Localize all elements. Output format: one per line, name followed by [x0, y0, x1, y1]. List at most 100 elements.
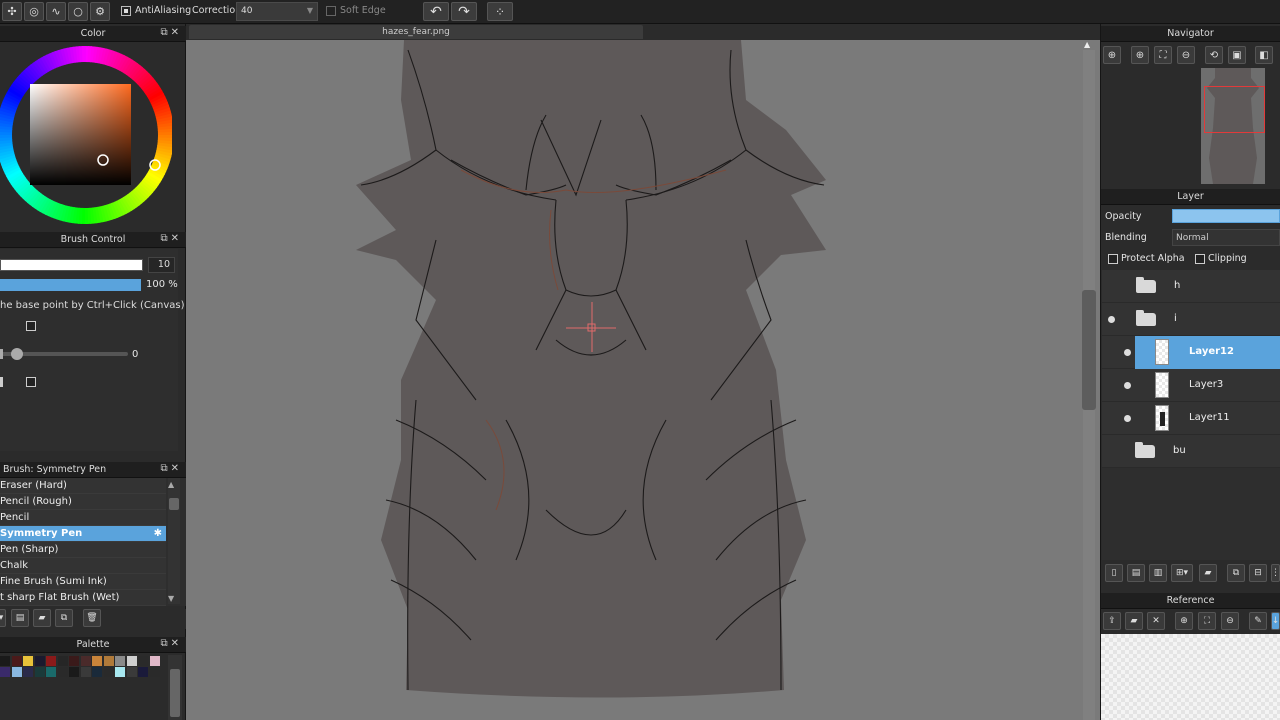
brush-item-selected[interactable]: Symmetry Pen ✱	[0, 526, 166, 542]
palette-swatch[interactable]	[34, 656, 45, 666]
blending-select[interactable]: Normal	[1172, 229, 1280, 246]
palette-swatch[interactable]	[126, 656, 137, 666]
duplicate-icon[interactable]: ⧉	[55, 609, 73, 627]
palette-swatch[interactable]	[115, 667, 125, 677]
palette-swatch[interactable]	[57, 656, 68, 666]
zoom-in-alt-icon[interactable]: ⊕	[1131, 46, 1149, 64]
scroll-thumb[interactable]	[169, 498, 179, 510]
brush-option-checkbox-2[interactable]	[26, 377, 36, 387]
palette-swatch[interactable]	[11, 667, 22, 677]
palette-swatch[interactable]	[57, 667, 68, 677]
trash-icon[interactable]: 🗑	[83, 609, 101, 627]
drawing-canvas[interactable]	[186, 40, 1079, 720]
correction-select[interactable]: 40 ▼	[236, 2, 318, 21]
palette-swatch[interactable]	[138, 667, 148, 677]
soft-edge-checkbox[interactable]	[326, 6, 336, 16]
eyedropper-icon[interactable]: ✎	[1249, 612, 1267, 630]
brush-item[interactable]: Eraser (Hard)	[0, 478, 166, 494]
palette-swatch[interactable]	[11, 656, 22, 666]
palette-swatch[interactable]	[138, 656, 148, 666]
scroll-up-icon[interactable]: ▲	[168, 480, 174, 489]
palette-scroll-thumb[interactable]	[170, 669, 180, 717]
brush-item[interactable]: Pencil	[0, 510, 166, 526]
rotate-icon[interactable]: ⟲	[1205, 46, 1223, 64]
brush-option-checkbox-1[interactable]	[26, 321, 36, 331]
scroll-down-icon[interactable]: ▼	[168, 594, 174, 603]
color-wheel[interactable]	[0, 44, 172, 226]
brush-item[interactable]: Pencil (Rough)	[0, 494, 166, 510]
zoom-out-icon[interactable]: ⊖	[1221, 612, 1239, 630]
palette-grid[interactable]	[0, 655, 166, 685]
new-halftone-layer-icon[interactable]: ▤	[1127, 564, 1145, 582]
palette-swatch[interactable]	[115, 656, 125, 666]
navigator-viewport-rect[interactable]	[1204, 86, 1265, 133]
layer-row-layer3[interactable]: Layer3	[1102, 369, 1280, 402]
zoom-in-icon[interactable]: ⊕	[1175, 612, 1193, 630]
fullscreen-icon[interactable]: ▣	[1228, 46, 1246, 64]
panel-pin-close-icon[interactable]: ⧉✕	[160, 27, 182, 38]
gear-icon[interactable]: ✱	[154, 526, 162, 541]
palette-swatch[interactable]	[69, 656, 79, 666]
layer-row-layer11[interactable]: Layer11	[1102, 402, 1280, 435]
layer-row-layer12[interactable]: Layer12	[1102, 336, 1280, 369]
layer-opacity-slider[interactable]	[1172, 209, 1280, 223]
redo-button[interactable]: ↷	[451, 2, 477, 21]
clipping-checkbox[interactable]	[1195, 254, 1205, 264]
canvas-vertical-scrollbar[interactable]: ▲	[1079, 40, 1100, 720]
protect-alpha-checkbox[interactable]	[1108, 254, 1118, 264]
circle-icon[interactable]: ○	[68, 2, 88, 21]
brush-item[interactable]: t sharp Flat Brush (Wet)	[0, 590, 166, 606]
layer-row-bu[interactable]: bu	[1102, 435, 1280, 468]
brush-list-scrollbar[interactable]: ▲ ▼	[168, 478, 180, 604]
visibility-icon[interactable]	[1124, 349, 1131, 356]
panel-pin-close-icon[interactable]: ⧉✕	[160, 463, 182, 474]
brush-size-slider[interactable]	[0, 259, 143, 271]
deselect-button[interactable]: ⁘	[487, 2, 513, 21]
palette-swatch[interactable]	[80, 667, 91, 677]
layer-row-h[interactable]: h	[1102, 270, 1280, 303]
visibility-icon[interactable]	[1124, 382, 1131, 389]
upload-icon[interactable]: ⇪	[1103, 612, 1121, 630]
palette-scrollbar[interactable]	[168, 655, 182, 720]
palette-swatch[interactable]	[126, 667, 137, 677]
hue-ring-segment[interactable]	[81, 46, 86, 63]
stabilizer-knob[interactable]	[11, 348, 23, 360]
layer-row-i[interactable]: i	[1102, 303, 1280, 336]
visibility-icon[interactable]	[1108, 316, 1115, 323]
brush-item[interactable]: Chalk	[0, 558, 166, 574]
curve-icon[interactable]: ∿	[46, 2, 66, 21]
palette-swatch[interactable]	[0, 656, 10, 666]
palette-swatch[interactable]	[80, 656, 91, 666]
reference-mode-icon[interactable]: ↓	[1271, 612, 1280, 630]
palette-swatch[interactable]	[69, 667, 79, 677]
close-icon[interactable]: ✕	[1147, 612, 1165, 630]
palette-swatch[interactable]	[23, 656, 33, 666]
palette-swatch[interactable]	[149, 667, 160, 677]
brush-item[interactable]: Pen (Sharp)	[0, 542, 166, 558]
visibility-icon[interactable]	[1124, 415, 1131, 422]
brush-size-input[interactable]: 10	[148, 257, 175, 273]
palette-swatch[interactable]	[92, 667, 102, 677]
palette-swatch[interactable]	[92, 656, 102, 666]
merge-layer-icon[interactable]: ⊟	[1249, 564, 1267, 582]
panel-pin-close-icon[interactable]: ⧉✕	[160, 233, 182, 244]
zoom-in-icon[interactable]: ⊕	[1103, 46, 1121, 64]
palette-swatch[interactable]	[103, 656, 114, 666]
duplicate-layer-icon[interactable]: ⧉	[1227, 564, 1245, 582]
new-layer-icon[interactable]: ▯	[1105, 564, 1123, 582]
palette-swatch[interactable]	[34, 667, 45, 677]
flip-icon[interactable]: ◧	[1255, 46, 1273, 64]
palette-swatch[interactable]	[149, 656, 160, 666]
palette-swatch[interactable]	[46, 667, 56, 677]
reference-image-area[interactable]	[1101, 634, 1280, 720]
antialiasing-checkbox[interactable]	[121, 6, 131, 16]
navigator-preview[interactable]	[1201, 68, 1265, 184]
document-tab[interactable]: hazes_fear.png	[189, 25, 643, 39]
transform-icon[interactable]: ✣	[2, 2, 22, 21]
brush-menu-button[interactable]: ▾	[0, 609, 6, 627]
scroll-thumb[interactable]	[1082, 290, 1096, 410]
palette-swatch[interactable]	[23, 667, 33, 677]
brush-item[interactable]: Fine Brush (Sumi Ink)	[0, 574, 166, 590]
undo-button[interactable]: ↶	[423, 2, 449, 21]
concentric-icon[interactable]: ◎	[24, 2, 44, 21]
